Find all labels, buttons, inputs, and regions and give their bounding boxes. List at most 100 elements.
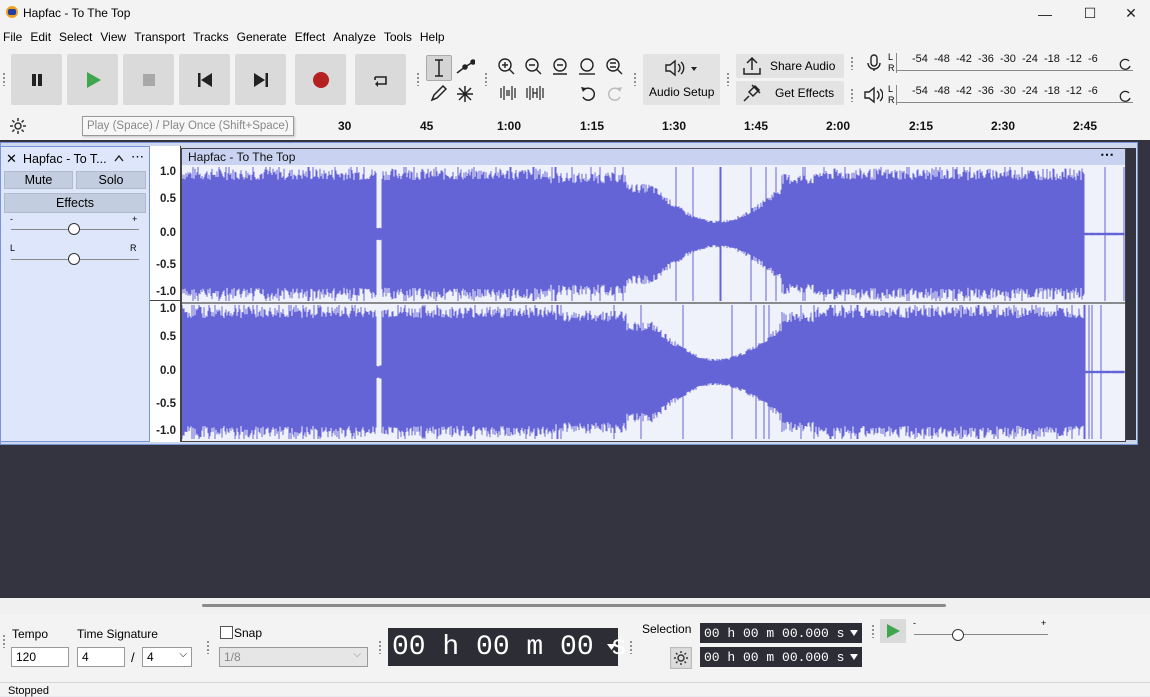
snap-label: Snap	[234, 626, 263, 640]
toolbar-grip[interactable]	[726, 72, 730, 86]
ruler-label: -0.5	[156, 259, 176, 271]
speaker-icon[interactable]	[863, 86, 883, 104]
play-tooltip: Play (Space) / Play Once (Shift+Space)	[82, 116, 294, 136]
toolbar-grip[interactable]	[871, 624, 875, 638]
refresh-icon[interactable]	[1118, 89, 1132, 103]
loop-button[interactable]	[355, 54, 406, 105]
toolbar-grip[interactable]	[850, 88, 854, 102]
time-signature-denominator[interactable]: 4 ⌵	[142, 647, 192, 667]
microphone-icon[interactable]	[865, 54, 883, 72]
menu-tools[interactable]: Tools	[381, 27, 417, 48]
share-audio-button[interactable]: Share Audio	[736, 54, 844, 78]
zoom-toggle-icon	[606, 58, 623, 75]
skip-to-start-button[interactable]	[179, 54, 230, 105]
time-display[interactable]: 00 h 00 m 00 s	[388, 628, 627, 666]
undo-button[interactable]	[576, 81, 600, 105]
trim-outside-button[interactable]	[496, 81, 520, 105]
track-name[interactable]: Hapfac - To T...	[23, 152, 107, 166]
amplitude-ruler[interactable]: 1.0 0.5 0.0 -0.5 -1.0 1.0 0.5 0.0 -0.5 -…	[150, 146, 181, 442]
speed-slider-thumb[interactable]	[952, 629, 964, 641]
time-signature-numerator[interactable]: 4	[77, 647, 125, 667]
clip-name[interactable]: Hapfac - To The Top	[188, 150, 295, 164]
record-button[interactable]	[295, 54, 346, 105]
toolbar-grip[interactable]	[633, 72, 637, 86]
menu-edit[interactable]: Edit	[27, 27, 56, 48]
tempo-value: 120	[16, 650, 37, 664]
effects-button[interactable]: Effects	[4, 193, 146, 213]
menu-tracks[interactable]: Tracks	[190, 27, 234, 48]
speed-slider-track[interactable]	[914, 634, 1048, 635]
stop-icon	[142, 73, 155, 86]
envelope-tool-button[interactable]	[453, 55, 477, 79]
toolbar-grip[interactable]	[206, 640, 210, 654]
refresh-icon[interactable]	[1118, 57, 1132, 71]
toolbar-grip[interactable]	[378, 640, 382, 654]
toolbar-grip[interactable]	[850, 56, 854, 70]
pan-slider-thumb[interactable]	[68, 253, 80, 265]
menu-analyze[interactable]: Analyze	[330, 27, 381, 48]
menu-generate[interactable]: Generate	[234, 27, 292, 48]
track-menu-icon[interactable]: ⋯	[131, 149, 144, 165]
stop-button[interactable]	[123, 54, 174, 105]
zoom-out-button[interactable]	[521, 54, 545, 78]
playback-meter[interactable]: -54 -48 -42 -36 -30 -24 -18 -12 -6	[896, 85, 1133, 105]
silence-button[interactable]	[523, 81, 547, 105]
fit-project-button[interactable]	[575, 54, 599, 78]
menu-view[interactable]: View	[97, 27, 131, 48]
solo-button[interactable]: Solo	[76, 171, 146, 189]
mute-button[interactable]: Mute	[4, 171, 73, 189]
menu-help[interactable]: Help	[417, 27, 450, 48]
fit-selection-button[interactable]	[548, 54, 572, 78]
meter-tick: -24	[1022, 85, 1038, 97]
redo-button[interactable]	[603, 81, 627, 105]
audio-clip[interactable]: Hapfac - To The Top ⋯	[181, 146, 1126, 442]
scrollbar-thumb[interactable]	[202, 604, 946, 607]
toolbar-grip[interactable]	[484, 72, 488, 86]
toolbar-grip[interactable]	[2, 72, 6, 86]
track-control-panel[interactable]: ✕ Hapfac - To T... ⋯ Mute Solo Effects -…	[0, 146, 150, 442]
menu-effect[interactable]: Effect	[292, 27, 330, 48]
tempo-input[interactable]: 120	[11, 647, 69, 667]
play-at-speed-button[interactable]	[880, 619, 906, 643]
menu-select[interactable]: Select	[56, 27, 97, 48]
audio-setup-button[interactable]: Audio Setup	[643, 54, 720, 105]
toolbar-grip[interactable]	[629, 640, 633, 654]
pause-button[interactable]	[11, 54, 62, 105]
draw-tool-button[interactable]	[426, 82, 450, 106]
snap-select[interactable]: 1/8 ⌵	[219, 647, 368, 667]
selection-tool-button[interactable]	[426, 55, 452, 81]
waveform[interactable]	[182, 165, 1125, 441]
clip-header[interactable]: Hapfac - To The Top ⋯	[182, 146, 1125, 165]
collapse-icon[interactable]	[113, 154, 125, 162]
maximize-button[interactable]: ☐	[1067, 0, 1113, 27]
horizontal-scrollbar[interactable]	[0, 598, 1150, 614]
close-track-icon[interactable]: ✕	[6, 151, 17, 167]
menu-transport[interactable]: Transport	[131, 27, 190, 48]
toolbar-grip[interactable]	[2, 634, 6, 648]
snap-checkbox[interactable]	[220, 626, 233, 639]
meter-tick: -30	[1000, 53, 1016, 65]
selection-end-time[interactable]: 00 h 00 m 00.000 s	[700, 647, 862, 667]
selection-settings-icon[interactable]	[670, 647, 692, 669]
minimize-button[interactable]: —	[1022, 0, 1068, 27]
zoom-in-icon	[498, 58, 515, 75]
skip-to-end-button[interactable]	[235, 54, 286, 105]
multi-tool-button[interactable]	[453, 82, 477, 106]
pan-right-label: R	[130, 243, 137, 253]
toolbar-grip[interactable]	[416, 72, 420, 86]
get-effects-button[interactable]: Get Effects	[736, 81, 844, 105]
ruler-label: -1.0	[156, 286, 176, 298]
selection-start-time[interactable]: 00 h 00 m 00.000 s	[700, 623, 862, 643]
play-button[interactable]	[67, 54, 118, 105]
clip-menu-icon[interactable]: ⋯	[1100, 146, 1114, 163]
zoom-in-button[interactable]	[494, 54, 518, 78]
menu-file[interactable]: File	[0, 27, 27, 48]
zoom-toggle-button[interactable]	[602, 54, 626, 78]
gain-slider-thumb[interactable]	[68, 223, 80, 235]
dropdown-arrow-icon	[850, 630, 858, 636]
record-meter[interactable]: -54 -48 -42 -36 -30 -24 -18 -12 -6	[896, 53, 1133, 73]
meter-tick: -54	[912, 85, 928, 97]
close-window-button[interactable]: ✕	[1112, 0, 1150, 27]
gear-icon[interactable]	[9, 117, 27, 135]
redo-icon	[607, 87, 622, 101]
